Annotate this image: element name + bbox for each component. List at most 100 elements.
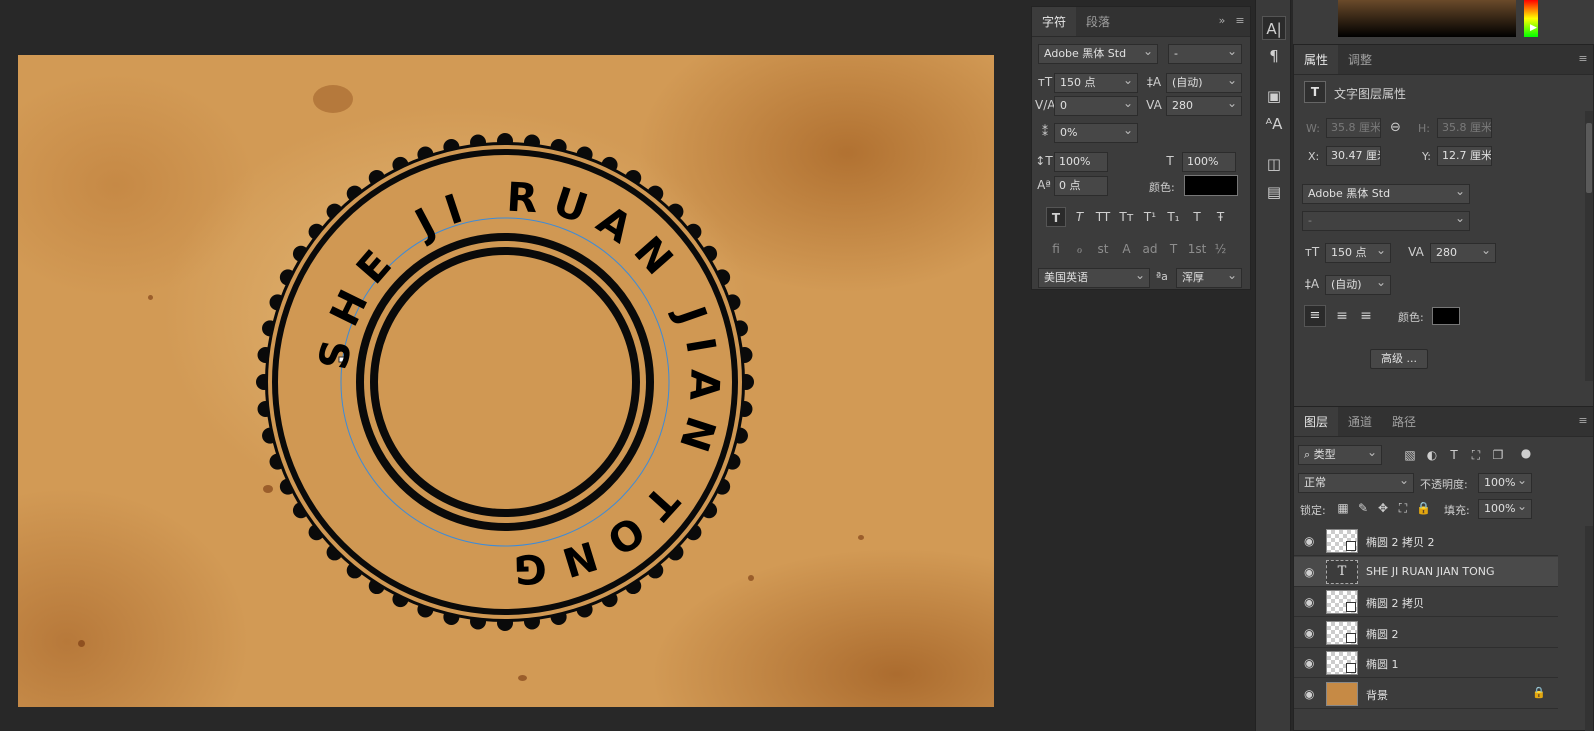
opentype-button[interactable]: ½ bbox=[1211, 239, 1231, 259]
layer-name: 椭圆 2 bbox=[1366, 627, 1399, 641]
type-style-button[interactable]: T bbox=[1046, 207, 1066, 227]
vertical-scale-input[interactable]: 100% bbox=[1054, 152, 1108, 172]
prop-font-style-select[interactable]: - bbox=[1302, 211, 1470, 231]
type-style-button[interactable]: T bbox=[1070, 207, 1090, 227]
opentype-button[interactable]: st bbox=[1093, 239, 1113, 259]
panel-menu-icon[interactable]: ≡ bbox=[1234, 15, 1246, 27]
layer-row[interactable]: ◉ 椭圆 2 拷贝 2 bbox=[1294, 526, 1558, 556]
opentype-button[interactable]: 1st bbox=[1187, 239, 1207, 259]
visibility-eye-icon[interactable]: ◉ bbox=[1304, 565, 1318, 579]
character-panel: 字符 段落 » ≡ Adobe 黑体 Std - ᴛT 150 点 ‡A (自动… bbox=[1031, 6, 1251, 290]
type-style-button[interactable]: Tт bbox=[1117, 207, 1137, 227]
filter-toggle-icon[interactable]: ● bbox=[1518, 445, 1534, 461]
glyphs-icon[interactable]: ᴬA bbox=[1262, 112, 1286, 136]
text-color-swatch[interactable] bbox=[1184, 175, 1238, 196]
shape-badge-icon bbox=[1346, 602, 1356, 612]
type-style-button[interactable]: T¹ bbox=[1140, 207, 1160, 227]
paragraph-panel-icon[interactable]: ¶ bbox=[1262, 44, 1286, 68]
tab-adjustments[interactable]: 调整 bbox=[1338, 45, 1382, 74]
tab-character[interactable]: 字符 bbox=[1032, 7, 1077, 36]
properties-scrollbar[interactable] bbox=[1585, 111, 1593, 381]
opentype-button[interactable]: ℴ bbox=[1070, 239, 1090, 259]
layer-row[interactable]: ◉ 椭圆 2 bbox=[1294, 617, 1558, 648]
panel-menu-icon[interactable]: ≡ bbox=[1577, 53, 1589, 65]
opentype-button[interactable]: ﬁ bbox=[1046, 239, 1066, 259]
language-select[interactable]: 美国英语 bbox=[1038, 268, 1150, 288]
visibility-eye-icon[interactable]: ◉ bbox=[1304, 595, 1318, 609]
tracking-select[interactable]: 280 bbox=[1166, 96, 1242, 116]
align-right-icon[interactable]: ≡ bbox=[1356, 308, 1376, 324]
lock-transparent-icon[interactable]: ▦ bbox=[1336, 500, 1350, 516]
prop-font-family-select[interactable]: Adobe 黑体 Std bbox=[1302, 184, 1470, 204]
y-label: Y: bbox=[1422, 150, 1431, 163]
link-icon[interactable]: ⊖ bbox=[1390, 120, 1401, 135]
type-style-button[interactable]: T bbox=[1187, 207, 1207, 227]
properties-scrollbar-thumb[interactable] bbox=[1586, 123, 1592, 193]
hue-slider-handle-icon[interactable]: ▶ bbox=[1530, 23, 1537, 33]
align-left-icon[interactable]: ≡ bbox=[1304, 305, 1326, 327]
layer-row[interactable]: ◉ 背景 🔒 bbox=[1294, 678, 1558, 709]
filter-pixel-icon[interactable]: ▧ bbox=[1402, 447, 1418, 463]
notes-icon[interactable]: ▤ bbox=[1262, 180, 1286, 204]
layers-scrollbar[interactable] bbox=[1585, 526, 1593, 731]
opentype-button[interactable]: ad bbox=[1140, 239, 1160, 259]
layer-row[interactable]: ◉ T SHE JI RUAN JIAN TONG bbox=[1294, 556, 1558, 587]
visibility-eye-icon[interactable]: ◉ bbox=[1304, 534, 1318, 548]
prop-leading-select[interactable]: (自动) bbox=[1325, 275, 1391, 295]
align-center-icon[interactable]: ≡ bbox=[1332, 308, 1352, 324]
tab-paths[interactable]: 路径 bbox=[1382, 407, 1426, 436]
type-style-button[interactable]: T₁ bbox=[1164, 207, 1184, 227]
visibility-eye-icon[interactable]: ◉ bbox=[1304, 626, 1318, 640]
properties-icon[interactable]: ◫ bbox=[1262, 152, 1286, 176]
filter-smart-object-icon[interactable]: ❐ bbox=[1490, 447, 1506, 463]
font-size-select[interactable]: 150 点 bbox=[1054, 73, 1138, 93]
lock-position-icon[interactable]: ✥ bbox=[1376, 500, 1390, 516]
type-style-button[interactable]: Ŧ bbox=[1211, 207, 1231, 227]
kerning-select[interactable]: 0 bbox=[1054, 96, 1138, 116]
panel-menu-icon[interactable]: ≡ bbox=[1577, 415, 1589, 427]
lock-artboard-icon[interactable]: ⛶ bbox=[1396, 500, 1410, 516]
prop-tracking-select[interactable]: 280 bbox=[1430, 243, 1496, 263]
fill-input[interactable]: 100% bbox=[1478, 499, 1532, 519]
font-size-icon: ᴛT bbox=[1037, 75, 1053, 89]
document-canvas[interactable]: SHE JI RUAN JIAN TONG bbox=[18, 55, 994, 707]
y-input[interactable]: 12.7 厘米 bbox=[1437, 146, 1492, 166]
antialias-select[interactable]: 浑厚 bbox=[1176, 268, 1242, 288]
opentype-button[interactable]: A bbox=[1117, 239, 1137, 259]
tab-layers[interactable]: 图层 bbox=[1294, 407, 1339, 436]
character-styles-icon[interactable]: ▣ bbox=[1262, 84, 1286, 108]
lock-all-icon[interactable]: 🔒 bbox=[1416, 500, 1431, 516]
tab-channels[interactable]: 通道 bbox=[1338, 407, 1382, 436]
layers-panel: 图层 通道 路径 ≡ ⌕ 类型 ▧ ◐ T ⛶ ❐ ● 正常 不透明度: 100… bbox=[1293, 406, 1594, 731]
character-panel-icon[interactable]: A| bbox=[1262, 16, 1286, 40]
tab-paragraph[interactable]: 段落 bbox=[1076, 7, 1120, 36]
visibility-eye-icon[interactable]: ◉ bbox=[1304, 687, 1318, 701]
color-field[interactable] bbox=[1338, 0, 1516, 37]
collapse-icon[interactable]: » bbox=[1216, 15, 1228, 27]
prop-font-size-select[interactable]: 150 点 bbox=[1325, 243, 1391, 263]
layer-filter-select[interactable]: ⌕ 类型 bbox=[1298, 445, 1382, 465]
opacity-input[interactable]: 100% bbox=[1478, 473, 1532, 493]
leading-select[interactable]: (自动) bbox=[1166, 73, 1242, 93]
layer-row[interactable]: ◉ 椭圆 1 bbox=[1294, 648, 1558, 678]
visibility-eye-icon[interactable]: ◉ bbox=[1304, 656, 1318, 670]
lock-image-icon[interactable]: ✎ bbox=[1356, 500, 1370, 516]
horizontal-scale-input[interactable]: 100% bbox=[1182, 152, 1236, 172]
baseline-shift-input[interactable]: 0 点 bbox=[1054, 176, 1108, 196]
font-family-select[interactable]: Adobe 黑体 Std bbox=[1038, 44, 1158, 64]
prop-color-swatch[interactable] bbox=[1432, 307, 1460, 325]
x-input[interactable]: 30.47 厘米 bbox=[1326, 146, 1381, 166]
tsume-select[interactable]: 0% bbox=[1054, 123, 1138, 143]
width-input[interactable]: 35.8 厘米 bbox=[1326, 118, 1381, 138]
advanced-button[interactable]: 高级 ... bbox=[1370, 349, 1428, 369]
filter-adjustment-icon[interactable]: ◐ bbox=[1424, 447, 1440, 463]
font-style-select[interactable]: - bbox=[1168, 44, 1242, 64]
tab-properties[interactable]: 属性 bbox=[1294, 45, 1339, 74]
opentype-button[interactable]: T bbox=[1164, 239, 1184, 259]
filter-type-icon[interactable]: T bbox=[1446, 447, 1462, 463]
type-style-button[interactable]: TT bbox=[1093, 207, 1113, 227]
filter-shape-icon[interactable]: ⛶ bbox=[1468, 447, 1484, 463]
height-input[interactable]: 35.8 厘米 bbox=[1437, 118, 1492, 138]
layer-row[interactable]: ◉ 椭圆 2 拷贝 bbox=[1294, 587, 1558, 617]
blend-mode-select[interactable]: 正常 bbox=[1298, 473, 1414, 493]
